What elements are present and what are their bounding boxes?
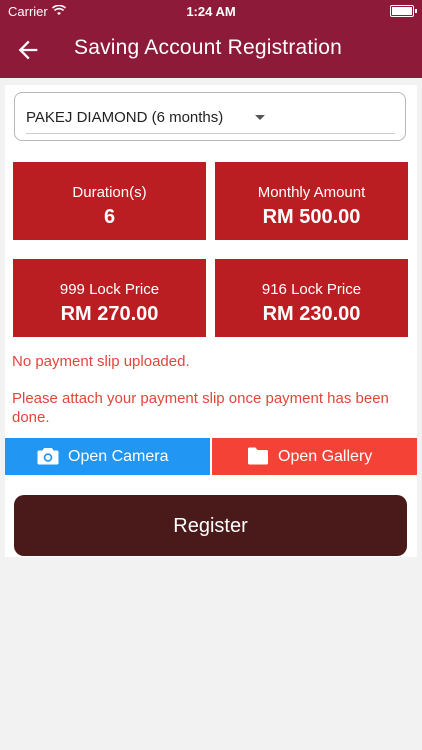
open-gallery-button[interactable]: Open Gallery xyxy=(212,438,417,475)
register-label: Register xyxy=(173,515,248,537)
registration-card: PAKEJ DIAMOND (6 months) Duration(s) 6 M… xyxy=(5,85,417,557)
arrow-left-icon[interactable] xyxy=(14,36,42,64)
camera-icon xyxy=(37,448,59,465)
lock-price-916-label: 916 Lock Price xyxy=(261,281,362,298)
lock-price-916-tile: 916 Lock Price RM 230.00 xyxy=(215,259,408,337)
duration-tile: Duration(s) 6 xyxy=(13,162,206,240)
clock: 1:24 AM xyxy=(186,4,236,19)
dropdown-underline xyxy=(26,133,395,134)
open-camera-button[interactable]: Open Camera xyxy=(5,438,210,475)
lock-price-999-value: RM 270.00 xyxy=(60,303,159,325)
attach-slip-hint: Please attach your payment slip once pay… xyxy=(12,390,389,426)
monthly-amount-tile: Monthly Amount RM 500.00 xyxy=(215,162,408,240)
no-slip-message: No payment slip uploaded. xyxy=(12,353,190,370)
register-button[interactable]: Register xyxy=(14,495,407,556)
lock-price-999-label: 999 Lock Price xyxy=(59,281,160,298)
app-bar: Saving Account Registration xyxy=(0,22,422,78)
status-bar: Carrier 1:24 AM xyxy=(0,0,422,22)
duration-value: 6 xyxy=(103,206,116,228)
battery-icon xyxy=(390,5,417,17)
folder-icon xyxy=(248,447,268,465)
package-selected-value: PAKEJ DIAMOND (6 months) xyxy=(26,109,224,126)
lock-price-916-value: RM 230.00 xyxy=(262,303,361,325)
monthly-amount-label: Monthly Amount xyxy=(257,184,366,201)
open-gallery-label: Open Gallery xyxy=(278,448,373,465)
package-dropdown[interactable]: PAKEJ DIAMOND (6 months) xyxy=(14,92,406,141)
monthly-amount-value: RM 500.00 xyxy=(262,206,361,228)
open-camera-label: Open Camera xyxy=(68,448,169,465)
duration-label: Duration(s) xyxy=(72,184,147,201)
chevron-down-icon xyxy=(255,115,265,120)
page-title: Saving Account Registration xyxy=(74,36,343,59)
lock-price-999-tile: 999 Lock Price RM 270.00 xyxy=(13,259,206,337)
